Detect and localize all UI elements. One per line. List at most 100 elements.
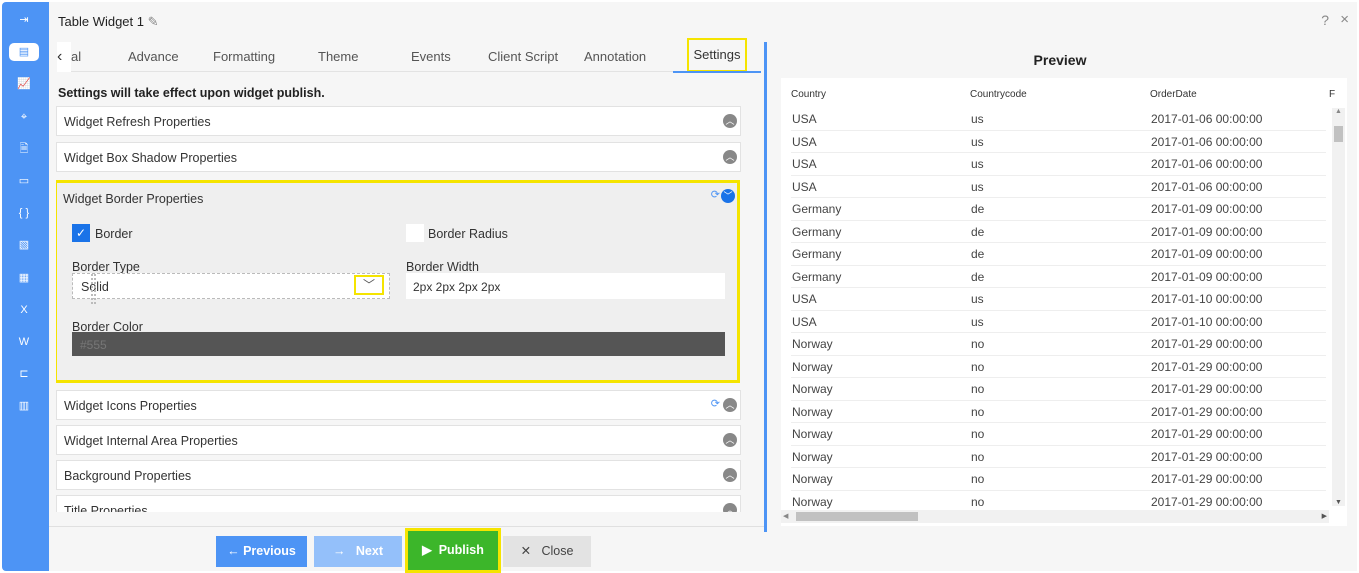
border-radius-label: Border Radius [428,227,508,241]
border-type-select[interactable]: Solid ﹀ [72,273,390,299]
table-cell: no [971,404,985,419]
table-row[interactable]: Norway no 2017-01-29 00:00:00 [791,378,1326,401]
table-cell: de [971,202,985,216]
chevron-up-icon[interactable]: ︿ [723,468,737,482]
table-row[interactable]: Norway no 2017-01-29 00:00:00 [791,468,1326,491]
word-icon[interactable]: W [11,333,37,351]
panel-title-properties[interactable]: Title Properties ︿ [56,495,741,512]
excel-icon[interactable]: X [11,301,37,319]
previous-label: Previous [243,544,296,558]
sidebar: ⇥ ▤ 📈 ⌖ 🗎 ▭ { } ▧ ▦ X W ⊏ ▥ [2,2,49,571]
arrow-left-icon: ← [227,544,244,558]
tab-annotation[interactable]: Annotation [584,49,646,64]
table-cell: 2017-01-29 00:00:00 [1151,472,1263,486]
sign-in-icon[interactable]: ⇥ [11,11,37,29]
pane-divider[interactable] [764,42,767,532]
code-braces-icon[interactable]: { } [11,204,37,222]
table-icon[interactable]: ▤ [9,43,39,62]
table-cell: 2017-01-29 00:00:00 [1151,337,1263,351]
chevron-up-icon[interactable]: ︿ [723,503,737,512]
resize-grip[interactable] [91,274,96,304]
panel-widget-icons[interactable]: Widget Icons Properties ⟳ ︿ [56,390,741,420]
hierarchy-icon[interactable]: ⊏ [11,365,37,383]
tab-client-script[interactable]: Client Script [488,49,558,64]
table-cell: Germany [792,247,842,261]
calendar-icon[interactable]: ▦ [11,269,37,287]
vertical-scrollbar[interactable]: ▲ ▼ [1332,108,1345,506]
table-row[interactable]: USA us 2017-01-06 00:00:00 [791,131,1326,153]
table-cell: Norway [792,494,833,509]
table-row[interactable]: USA us 2017-01-06 00:00:00 [791,153,1326,176]
help-button[interactable]: ? [1321,12,1329,28]
image-chart-icon[interactable]: ▧ [11,236,37,254]
next-label: Next [355,544,383,558]
panel-widget-box-shadow[interactable]: Widget Box Shadow Properties ︿ [56,142,741,172]
close-icon: ✕ [520,544,542,558]
panel-background[interactable]: Background Properties ︿ [56,460,741,490]
table-cell: 2017-01-29 00:00:00 [1151,382,1263,396]
border-width-input[interactable]: 2px 2px 2px 2px [406,273,725,299]
chevron-left-icon[interactable]: ‹ [57,42,71,72]
panel-title: Background Properties [64,469,192,483]
table-row[interactable]: Norway no 2017-01-29 00:00:00 [791,423,1326,446]
border-width-label: Border Width [406,260,479,274]
chevron-up-icon[interactable]: ︿ [723,433,737,447]
table-row[interactable]: USA us 2017-01-10 00:00:00 [791,311,1326,333]
map-icon[interactable]: ⌖ [11,108,37,126]
chevron-down-icon[interactable]: ﹀ [354,275,384,295]
table-cell: no [971,494,985,509]
chevron-up-icon[interactable]: ︿ [723,150,737,164]
table-cell: 2017-01-06 00:00:00 [1151,157,1263,171]
previous-button[interactable]: ← Previous [216,536,307,567]
table-row[interactable]: Germany de 2017-01-09 00:00:00 [791,198,1326,221]
chevron-up-icon[interactable]: ︿ [723,114,737,128]
widget-title-text: Table Widget 1 [58,14,144,29]
border-color-input[interactable]: #555 [72,332,725,356]
tab-formatting[interactable]: Formatting [213,49,275,64]
table-cell: 2017-01-09 00:00:00 [1151,247,1263,261]
table-cell: 2017-01-06 00:00:00 [1151,179,1263,194]
table-cell: 2017-01-10 00:00:00 [1151,292,1263,306]
panel-title[interactable]: Widget Border Properties [63,192,203,206]
document-chart-icon[interactable]: 🗎 [11,140,37,158]
tab-events[interactable]: Events [411,49,451,64]
table-row[interactable]: Germany de 2017-01-09 00:00:00 [791,243,1326,266]
tab-advance[interactable]: Advance [128,49,179,64]
horizontal-scrollbar[interactable]: ◀ ▶ [781,510,1329,523]
table-row[interactable]: USA us 2017-01-06 00:00:00 [791,176,1326,198]
tab-theme[interactable]: Theme [318,49,358,64]
tab-settings[interactable]: Settings [673,38,761,73]
border-checkbox[interactable]: ✓ [72,224,90,242]
panel-widget-refresh[interactable]: Widget Refresh Properties ︿ [56,106,741,136]
table-row[interactable]: Norway no 2017-01-29 00:00:00 [791,356,1326,378]
bar-chart-icon[interactable]: ▥ [11,397,37,415]
table-row[interactable]: USA us 2017-01-06 00:00:00 [791,108,1326,131]
close-button[interactable]: ✕ Close [503,536,591,567]
column-header: Countrycode [970,89,1027,100]
table-row[interactable]: Germany de 2017-01-09 00:00:00 [791,266,1326,288]
table-cell: Germany [792,269,842,284]
edit-icon[interactable]: ✎ [148,14,159,29]
chevron-down-icon[interactable]: ﹀ [721,189,735,203]
table-row[interactable]: Norway no 2017-01-29 00:00:00 [791,401,1326,423]
column-header: Country [791,89,827,100]
next-button[interactable]: → Next [314,536,402,567]
panel-widget-internal-area[interactable]: Widget Internal Area Properties ︿ [56,425,741,455]
footer: ← Previous → Next ▶ Publish ✕ Close [49,526,764,573]
refresh-icon[interactable]: ⟳ [711,188,720,201]
table-row[interactable]: Germany de 2017-01-09 00:00:00 [791,221,1326,243]
refresh-icon[interactable]: ⟳ [711,397,720,410]
preview-pane: Preview Country Countrycode OrderDate F … [770,42,1357,572]
table-cell: 2017-01-09 00:00:00 [1151,269,1263,284]
close-window-button[interactable]: × [1340,11,1349,28]
chevron-up-icon[interactable]: ︿ [723,398,737,412]
tab-general[interactable]: al [71,49,81,64]
border-radius-checkbox[interactable] [406,224,424,242]
table-cell: 2017-01-29 00:00:00 [1151,359,1263,374]
id-card-icon[interactable]: ▭ [11,172,37,190]
chart-icon[interactable]: 📈 [11,75,37,93]
table-row[interactable]: Norway no 2017-01-29 00:00:00 [791,446,1326,468]
table-row[interactable]: Norway no 2017-01-29 00:00:00 [791,333,1326,356]
table-row[interactable]: USA us 2017-01-10 00:00:00 [791,288,1326,311]
publish-button[interactable]: ▶ Publish [405,528,501,573]
